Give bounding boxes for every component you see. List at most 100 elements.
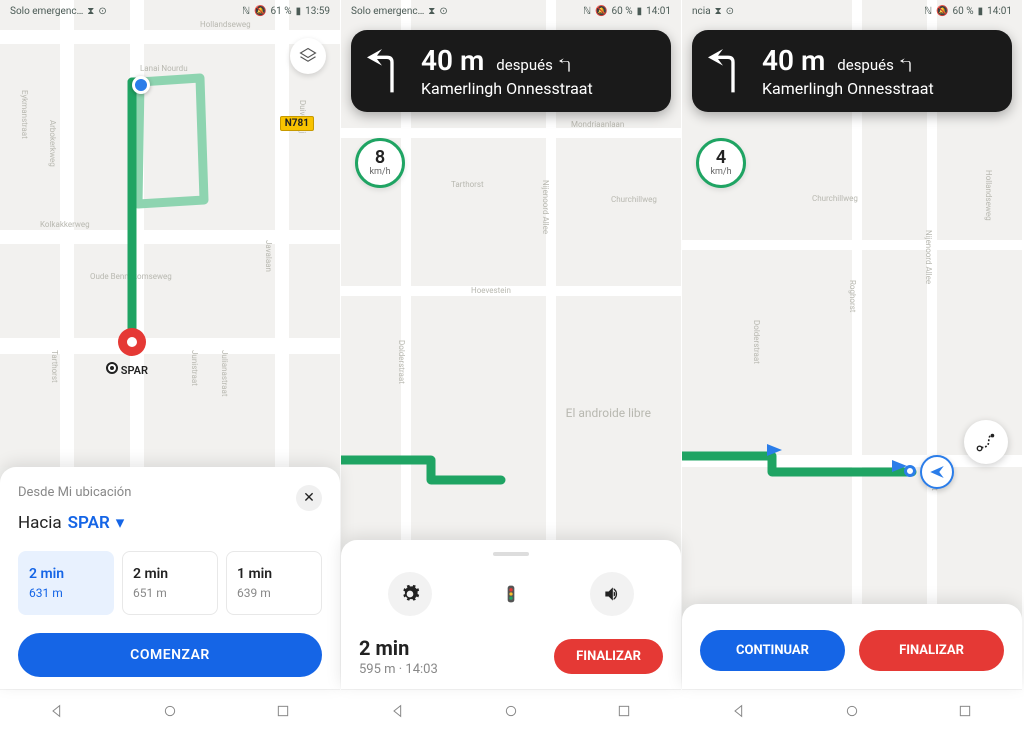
- layers-button[interactable]: [290, 38, 326, 74]
- sheet-handle[interactable]: [493, 552, 529, 556]
- battery-text: 60 %: [953, 6, 974, 17]
- back-icon[interactable]: [731, 703, 747, 719]
- bell-off-icon: 🔕: [595, 6, 607, 17]
- phone-screen-3: ncia ⧗ ⊙ ℕ 🔕 60 % ▮ 14:01 Churchillweg N…: [682, 0, 1023, 731]
- turn-distance: 40 m: [762, 44, 825, 77]
- current-location-marker: [132, 76, 150, 94]
- back-icon[interactable]: [49, 703, 65, 719]
- route-icon: [975, 431, 997, 453]
- finalize-button[interactable]: FINALIZAR: [859, 630, 1004, 671]
- battery-text: 60 %: [612, 6, 633, 17]
- eta-details: 595 m · 14:03: [359, 662, 438, 677]
- poi-pin-icon: [106, 362, 118, 374]
- turn-left-icon: [367, 45, 407, 97]
- clock-text: 13:59: [305, 6, 330, 17]
- home-icon[interactable]: [162, 703, 178, 719]
- route-options: 2 min 631 m 2 min 651 m 1 min 639 m: [18, 551, 322, 615]
- destination-marker: [118, 328, 146, 356]
- route-alternatives-button[interactable]: [964, 420, 1008, 464]
- eta-time: 2 min: [359, 636, 438, 660]
- hourglass-icon: ⧗: [428, 6, 435, 17]
- location-icon: ⊙: [439, 6, 447, 17]
- map-canvas[interactable]: Mondriaanlaan Tarthorst Nijenoord Allee …: [341, 0, 681, 540]
- speed-value: 8: [375, 149, 385, 167]
- route-option-1[interactable]: 2 min 631 m: [18, 551, 114, 615]
- route-option-3[interactable]: 1 min 639 m: [226, 551, 322, 615]
- status-bar: Solo emergenc… ⧗ ⊙ ℕ 🔕 61 % ▮ 13:59: [0, 0, 340, 22]
- network-status: Solo emergenc…: [10, 6, 83, 17]
- turn-instruction-banner[interactable]: 40 m después Kamerlingh Onnesstraat: [692, 30, 1012, 112]
- route-option-2[interactable]: 2 min 651 m: [122, 551, 218, 615]
- battery-icon: ▮: [637, 6, 643, 17]
- bell-off-icon: 🔕: [936, 6, 948, 17]
- sound-button[interactable]: [590, 572, 634, 616]
- nfc-icon: ℕ: [242, 6, 250, 17]
- close-button[interactable]: ✕: [296, 485, 322, 511]
- recent-icon[interactable]: [957, 703, 973, 719]
- navigation-bottom-sheet: 2 min 595 m · 14:03 FINALIZAR: [341, 540, 681, 689]
- recent-icon[interactable]: [275, 703, 291, 719]
- route-polyline: [0, 0, 340, 440]
- current-position-arrow: [920, 455, 954, 489]
- gear-icon: [400, 584, 420, 604]
- speed-value: 4: [716, 149, 726, 167]
- turn-left-small-icon: [900, 57, 916, 73]
- turn-street: Kamerlingh Onnesstraat: [421, 79, 655, 98]
- network-status: ncia: [692, 6, 711, 17]
- turn-after: después: [496, 56, 575, 74]
- continue-button[interactable]: CONTINUAR: [700, 630, 845, 671]
- turn-left-small-icon: [559, 57, 575, 73]
- hourglass-icon: ⧗: [715, 6, 722, 17]
- nfc-icon: ℕ: [583, 6, 591, 17]
- phone-screen-1: Solo emergenc… ⧗ ⊙ ℕ 🔕 61 % ▮ 13:59 Holl…: [0, 0, 341, 731]
- android-nav-bar: [341, 689, 681, 731]
- speed-unit: km/h: [369, 167, 390, 177]
- battery-icon: ▮: [296, 6, 302, 17]
- battery-text: 61 %: [271, 6, 292, 17]
- android-nav-bar: [682, 689, 1022, 731]
- home-icon[interactable]: [503, 703, 519, 719]
- location-icon: ⊙: [726, 6, 734, 17]
- traffic-light-icon: [501, 584, 521, 604]
- speed-indicator: 4 km/h: [696, 138, 746, 188]
- speed-indicator: 8 km/h: [355, 138, 405, 188]
- turn-left-icon: [708, 45, 748, 97]
- map-canvas[interactable]: Hollandseweg Lanai Nourdu Eykmanstraat A…: [0, 0, 340, 467]
- traffic-light-button[interactable]: [489, 572, 533, 616]
- nfc-icon: ℕ: [924, 6, 932, 17]
- network-status: Solo emergenc…: [351, 6, 424, 17]
- bell-off-icon: 🔕: [254, 6, 266, 17]
- road-sign-badge: N781: [280, 116, 314, 131]
- start-navigation-button[interactable]: COMENZAR: [18, 633, 322, 677]
- to-label: Hacia: [18, 513, 62, 533]
- turn-street: Kamerlingh Onnesstraat: [762, 79, 996, 98]
- phone-screen-2: Solo emergenc… ⧗ ⊙ ℕ 🔕 60 % ▮ 14:01 Mond…: [341, 0, 682, 731]
- speaker-icon: [602, 584, 622, 604]
- destination-name: SPAR: [68, 513, 110, 533]
- battery-icon: ▮: [978, 6, 984, 17]
- end-navigation-button[interactable]: FINALIZAR: [554, 639, 663, 674]
- status-bar: ncia ⧗ ⊙ ℕ 🔕 60 % ▮ 14:01: [682, 0, 1022, 22]
- from-label: Desde Mi ubicación: [18, 485, 131, 500]
- clock-text: 14:01: [987, 6, 1012, 17]
- hourglass-icon: ⧗: [87, 6, 94, 17]
- turn-distance: 40 m: [421, 44, 484, 77]
- home-icon[interactable]: [844, 703, 860, 719]
- route-summary-sheet: Desde Mi ubicación ✕ Hacia SPAR ▾ 2 min …: [0, 467, 340, 689]
- poi-label: SPAR: [106, 362, 148, 377]
- turn-instruction-banner[interactable]: 40 m después Kamerlingh Onnesstraat: [351, 30, 671, 112]
- recent-icon[interactable]: [616, 703, 632, 719]
- back-icon[interactable]: [390, 703, 406, 719]
- layers-icon: [299, 47, 317, 65]
- chevron-down-icon: ▾: [116, 513, 125, 533]
- turn-after: después: [837, 56, 916, 74]
- speed-unit: km/h: [710, 167, 731, 177]
- status-bar: Solo emergenc… ⧗ ⊙ ℕ 🔕 60 % ▮ 14:01: [341, 0, 681, 22]
- settings-button[interactable]: [388, 572, 432, 616]
- map-canvas[interactable]: Churchillweg Nijenoord Allee Dolderstraa…: [682, 0, 1022, 604]
- destination-row[interactable]: Hacia SPAR ▾: [18, 513, 322, 533]
- location-icon: ⊙: [98, 6, 106, 17]
- route-origin-marker: [904, 465, 916, 477]
- watermark-text: El androide libre: [566, 406, 651, 420]
- paused-navigation-sheet: CONTINUAR FINALIZAR: [682, 604, 1022, 689]
